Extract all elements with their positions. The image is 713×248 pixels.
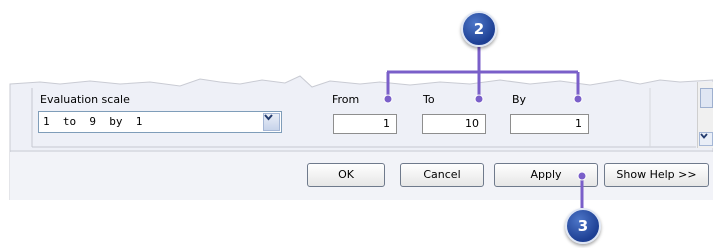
callout-3-badge: 3 (565, 208, 601, 244)
scroll-thumb[interactable] (700, 88, 713, 108)
chevron-down-icon[interactable] (263, 113, 280, 131)
by-field[interactable]: 1 (510, 114, 589, 134)
scroll-down-arrow-icon[interactable] (699, 132, 713, 146)
callout-2-badge: 2 (461, 11, 497, 47)
to-label: To (423, 93, 435, 106)
to-field[interactable]: 10 (422, 114, 486, 134)
from-label: From (332, 93, 360, 106)
by-label: By (512, 93, 527, 106)
show-help-button[interactable]: Show Help >> (604, 163, 709, 187)
ok-button[interactable]: OK (307, 163, 385, 187)
evaluation-scale-label: Evaluation scale (40, 93, 130, 106)
cancel-button[interactable]: Cancel (400, 163, 484, 187)
dialog-panel: Evaluation scale 1 to 9 by 1 From 1 To 1… (0, 0, 713, 200)
apply-button[interactable]: Apply (494, 163, 598, 187)
evaluation-scale-select[interactable]: 1 to 9 by 1 (38, 111, 282, 133)
vertical-scrollbar[interactable] (697, 82, 713, 148)
from-field[interactable]: 1 (333, 114, 397, 134)
evaluation-scale-value: 1 to 9 by 1 (43, 115, 143, 128)
